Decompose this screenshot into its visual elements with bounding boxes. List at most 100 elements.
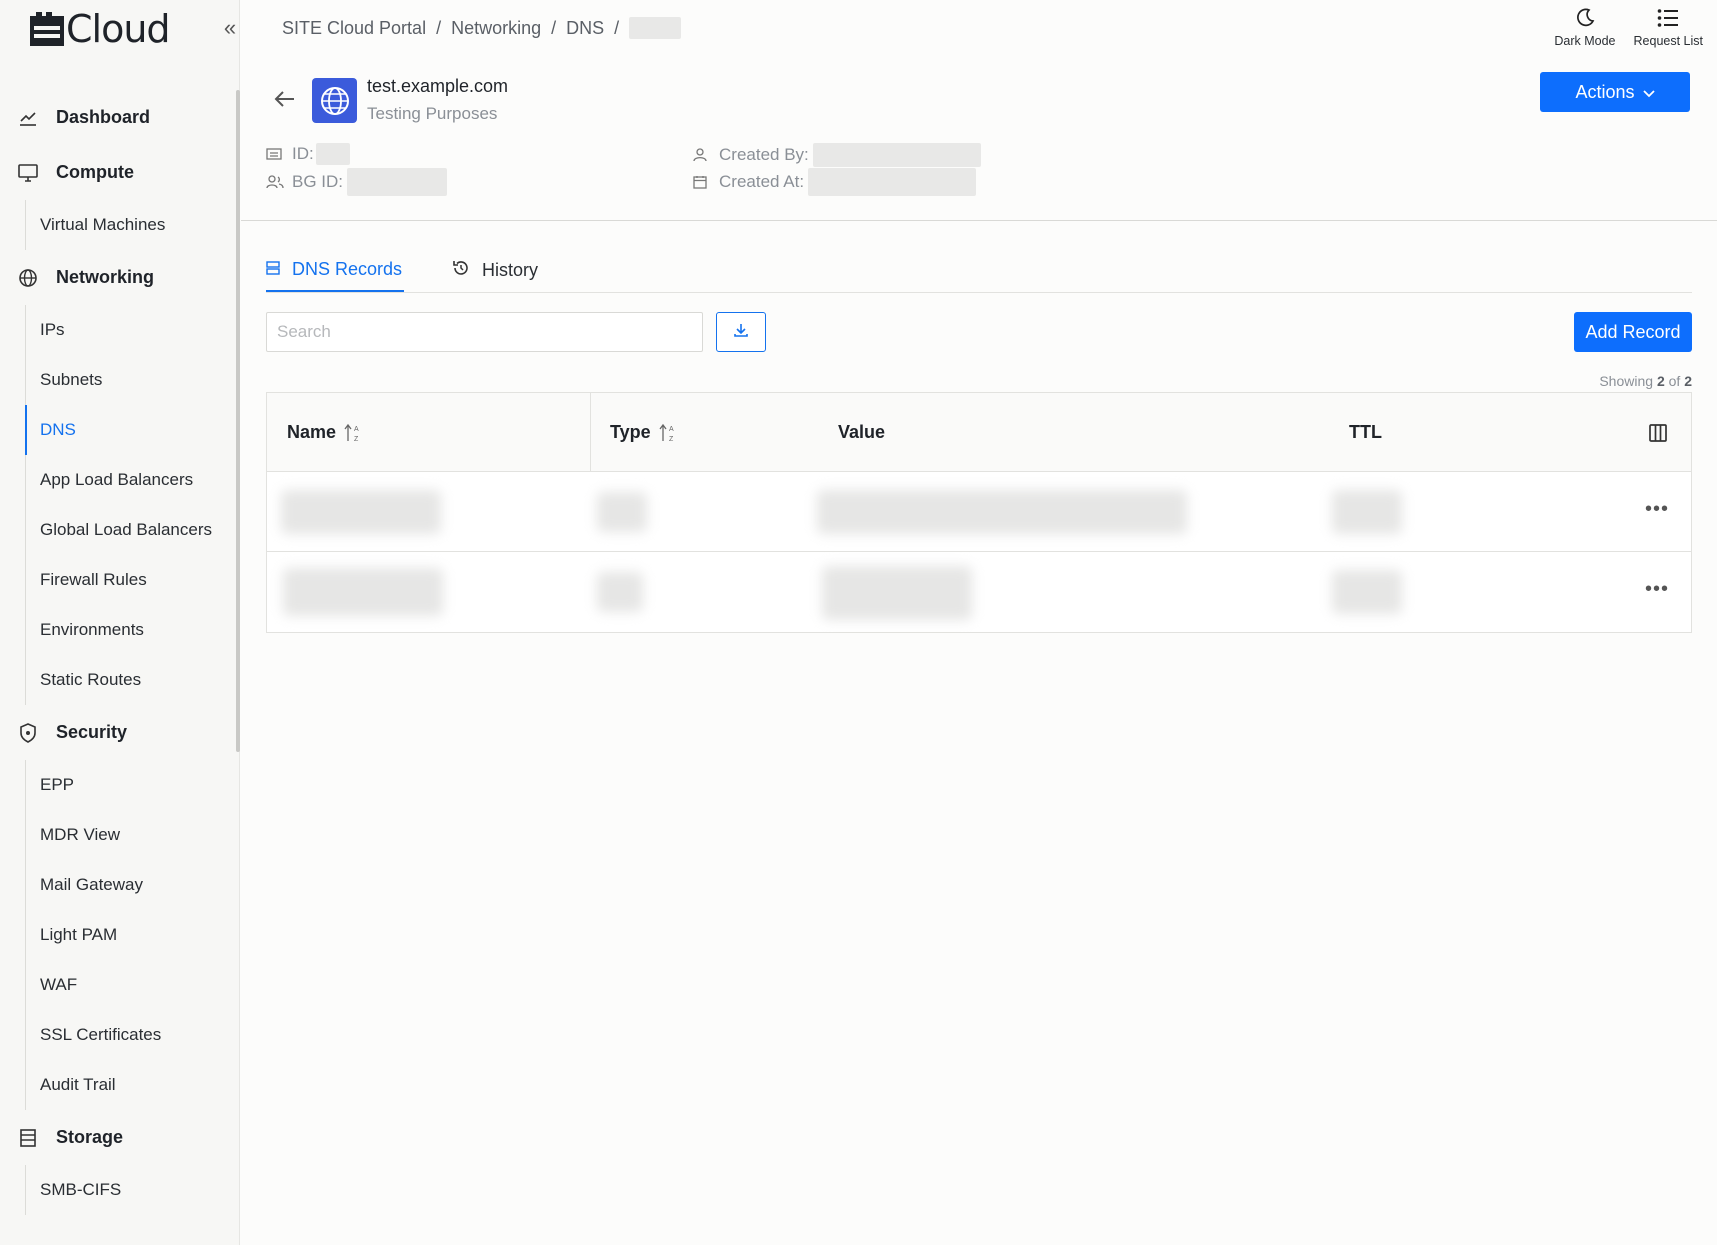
dark-mode-label: Dark Mode xyxy=(1554,34,1616,48)
sidebar-group-storage: SMB-CIFS xyxy=(25,1165,236,1215)
logo[interactable]: Cloud xyxy=(30,7,171,51)
row-more-icon[interactable]: ••• xyxy=(1645,498,1669,521)
resource-subtitle: Testing Purposes xyxy=(367,104,498,123)
users-icon xyxy=(266,175,284,189)
sidebar-section-label: Security xyxy=(56,722,128,742)
sidebar-group-networking: IPs Subnets DNS App Load Balancers Globa… xyxy=(25,305,236,705)
breadcrumb-redacted xyxy=(629,17,682,39)
sidebar-section-label: Dashboard xyxy=(56,107,151,127)
sort-az-icon[interactable]: AZ xyxy=(659,423,677,443)
sidebar-item-app-load-balancers[interactable]: App Load Balancers xyxy=(26,455,236,505)
tabs: DNS Records History xyxy=(266,248,588,292)
globe-icon xyxy=(18,268,38,287)
logo-text: Cloud xyxy=(66,7,171,51)
storage-icon xyxy=(18,1128,38,1147)
back-arrow-icon[interactable] xyxy=(272,86,298,112)
breadcrumb-separator: / xyxy=(614,17,620,38)
sidebar-item-smb-cifs[interactable]: SMB-CIFS xyxy=(26,1165,236,1215)
tabs-underline xyxy=(266,292,1692,293)
sidebar-item-static-routes[interactable]: Static Routes xyxy=(26,655,236,705)
breadcrumb-portal[interactable]: SITE Cloud Portal xyxy=(282,18,426,39)
svg-text:Z: Z xyxy=(354,436,359,443)
meta-bg-id-label: BG ID: xyxy=(292,172,344,191)
sidebar-item-global-load-balancers[interactable]: Global Load Balancers xyxy=(26,505,236,555)
sidebar-section-storage[interactable]: Storage xyxy=(0,1110,236,1165)
column-header-type[interactable]: Type AZ xyxy=(610,393,677,472)
sort-az-icon[interactable]: AZ xyxy=(344,423,362,443)
meta-id: ID: xyxy=(266,143,350,165)
sidebar-item-ssl-certificates[interactable]: SSL Certificates xyxy=(26,1010,236,1060)
column-header-ttl: TTL xyxy=(1349,422,1382,442)
cell-value-redacted xyxy=(822,566,972,620)
row-more-icon[interactable]: ••• xyxy=(1645,578,1669,601)
add-record-button[interactable]: Add Record xyxy=(1574,312,1692,352)
sidebar-section-networking[interactable]: Networking xyxy=(0,250,236,305)
sidebar-group-security: EPP MDR View Mail Gateway Light PAM WAF … xyxy=(25,760,236,1110)
sidebar-scrollbar[interactable] xyxy=(236,90,240,752)
sidebar-item-virtual-machines[interactable]: Virtual Machines xyxy=(26,200,236,250)
monitor-icon xyxy=(18,163,38,182)
cell-name-redacted xyxy=(283,568,443,616)
sidebar-group-compute: Virtual Machines xyxy=(25,200,236,250)
sidebar-item-mail-gateway[interactable]: Mail Gateway xyxy=(26,860,236,910)
search-input[interactable] xyxy=(266,312,703,352)
moon-icon xyxy=(1574,6,1596,30)
meta-id-label: ID: xyxy=(292,144,314,163)
dns-records-icon xyxy=(266,259,280,280)
table-row[interactable]: ••• xyxy=(267,472,1691,552)
column-divider xyxy=(590,393,591,472)
breadcrumb-separator: / xyxy=(436,17,442,38)
sidebar-item-environments[interactable]: Environments xyxy=(26,605,236,655)
meta-created-by-value-redacted xyxy=(812,143,981,167)
header-divider xyxy=(241,220,1717,221)
sidebar-item-mdr-view[interactable]: MDR View xyxy=(26,810,236,860)
sidebar-item-firewall-rules[interactable]: Firewall Rules xyxy=(26,555,236,605)
sidebar-nav: Dashboard Compute Virtual Machines Netwo… xyxy=(0,90,236,1215)
sidebar-item-light-pam[interactable]: Light PAM xyxy=(26,910,236,960)
svg-text:A: A xyxy=(669,426,674,433)
sidebar: Cloud « Dashboard Compute Virtual Machin… xyxy=(0,0,240,1245)
cell-name-redacted xyxy=(281,490,441,534)
sidebar-section-compute[interactable]: Compute xyxy=(0,145,236,200)
meta-created-at: Created At: xyxy=(693,168,977,196)
breadcrumb-networking[interactable]: Networking xyxy=(451,18,541,39)
history-icon xyxy=(452,259,470,282)
sidebar-section-label: Networking xyxy=(56,267,155,287)
table-header: Name AZ Type AZ Value TTL xyxy=(267,393,1691,472)
sidebar-item-audit-trail[interactable]: Audit Trail xyxy=(26,1060,236,1110)
breadcrumb-separator: / xyxy=(551,17,557,38)
column-header-name[interactable]: Name AZ xyxy=(287,393,362,472)
sidebar-section-label: Storage xyxy=(56,1127,124,1147)
download-icon xyxy=(733,322,749,343)
sidebar-item-subnets[interactable]: Subnets xyxy=(26,355,236,405)
sidebar-section-security[interactable]: Security xyxy=(0,705,236,760)
meta-created-by-label: Created By: xyxy=(719,145,809,164)
table-row[interactable]: ••• xyxy=(267,552,1691,632)
cell-type-redacted xyxy=(597,572,643,612)
download-button[interactable] xyxy=(716,312,766,352)
meta-id-value-redacted xyxy=(315,143,350,165)
meta-bg-id-value-redacted xyxy=(347,168,448,196)
columns-toggle-icon[interactable] xyxy=(1649,393,1667,472)
request-list-button[interactable]: Request List xyxy=(1634,6,1703,48)
sidebar-section-dashboard[interactable]: Dashboard xyxy=(0,90,236,145)
sidebar-section-label: Compute xyxy=(56,162,134,182)
meta-created-at-label: Created At: xyxy=(719,172,805,191)
sidebar-item-waf[interactable]: WAF xyxy=(26,960,236,1010)
request-list-label: Request List xyxy=(1633,34,1703,48)
tab-history[interactable]: History xyxy=(452,248,540,292)
breadcrumb-dns[interactable]: DNS xyxy=(566,18,604,39)
svg-text:Z: Z xyxy=(669,436,674,443)
collapse-sidebar-icon[interactable]: « xyxy=(220,14,240,42)
actions-button[interactable]: Actions xyxy=(1540,72,1690,112)
dark-mode-toggle[interactable]: Dark Mode xyxy=(1554,6,1616,48)
tab-label: DNS Records xyxy=(292,258,403,279)
sidebar-item-dns[interactable]: DNS xyxy=(25,405,236,455)
tab-label: History xyxy=(482,259,539,280)
calendar-icon xyxy=(693,175,711,189)
tab-dns-records[interactable]: DNS Records xyxy=(266,248,405,292)
meta-created-by: Created By: xyxy=(693,143,981,167)
sidebar-item-ips[interactable]: IPs xyxy=(26,305,236,355)
svg-text:A: A xyxy=(354,426,359,433)
sidebar-item-epp[interactable]: EPP xyxy=(26,760,236,810)
